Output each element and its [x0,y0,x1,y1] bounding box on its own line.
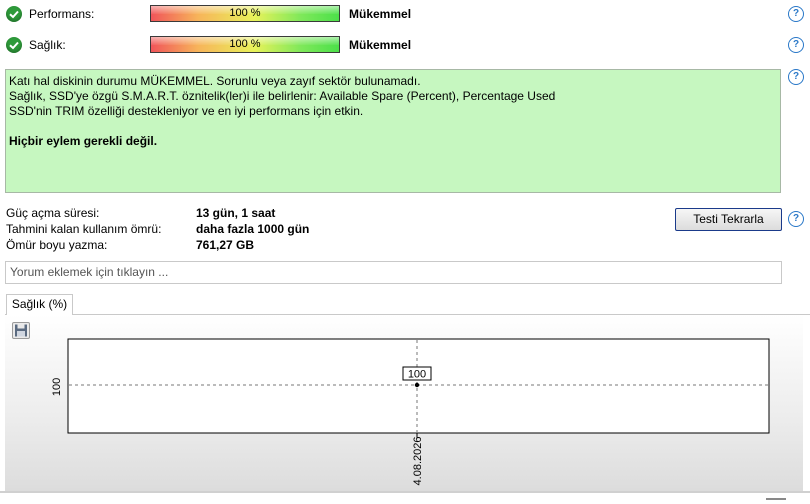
health-chart: 100 100 4.08.2026 [51,338,770,486]
y-tick-label: 100 [51,378,63,396]
x-tick-label: 4.08.2026 [412,437,424,486]
data-label: 100 [408,369,426,381]
health-value: 100 % [229,38,261,50]
data-point [414,382,420,388]
resize-grip[interactable] [766,498,786,500]
bottom-divider [0,491,810,493]
performance-value: 100 % [229,7,261,19]
